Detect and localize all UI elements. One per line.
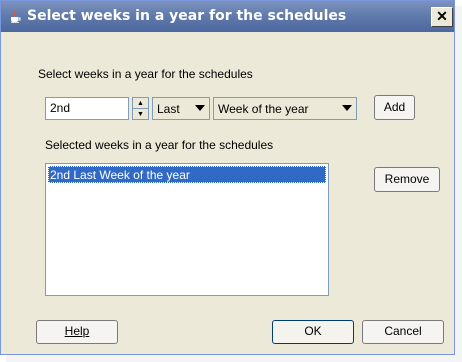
help-button[interactable]: Help (36, 320, 118, 344)
remove-button[interactable]: Remove (374, 167, 440, 192)
ok-button[interactable]: OK (272, 320, 354, 344)
position-combo-value: Last (157, 101, 180, 116)
window-shadow-bottom (6, 355, 462, 362)
position-combo[interactable]: Last (152, 97, 210, 120)
spinner-up-arrow-icon[interactable]: ▲ (133, 98, 148, 109)
selected-weeks-label: Selected weeks in a year for the schedul… (45, 138, 274, 152)
spinner-down-arrow-icon[interactable]: ▼ (133, 109, 148, 119)
chevron-down-icon (195, 105, 205, 111)
cancel-button[interactable]: Cancel (362, 320, 444, 344)
title-bar[interactable]: Select weeks in a year for the schedules… (1, 1, 454, 32)
list-item[interactable]: 2nd Last Week of the year (48, 166, 326, 183)
unit-combo[interactable]: Week of the year (213, 97, 357, 120)
unit-combo-value: Week of the year (218, 101, 309, 116)
close-icon: ✕ (436, 8, 448, 24)
select-weeks-label: Select weeks in a year for the schedules (38, 67, 253, 81)
chevron-down-icon (342, 105, 352, 111)
java-cup-icon (7, 9, 23, 25)
window-shadow-right (455, 6, 462, 362)
selected-weeks-list[interactable]: 2nd Last Week of the year (45, 163, 329, 296)
close-button[interactable]: ✕ (431, 7, 453, 27)
add-button[interactable]: Add (374, 95, 415, 120)
window-title: Select weeks in a year for the schedules (27, 8, 347, 24)
ordinal-spinner-field[interactable]: 2nd (45, 97, 129, 120)
dialog-window: Select weeks in a year for the schedules… (0, 0, 455, 355)
help-button-label: Help (64, 324, 90, 338)
ordinal-spinner-buttons: ▲ ▼ (132, 97, 149, 120)
